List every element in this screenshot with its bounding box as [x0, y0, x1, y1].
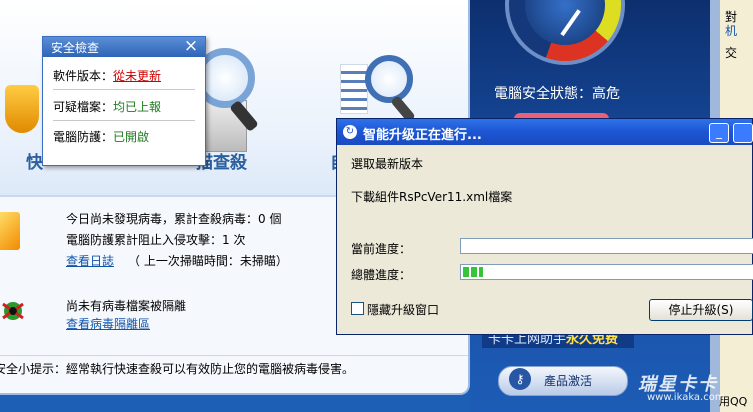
- step-select-version: 選取最新版本: [351, 157, 424, 171]
- popup-title: 安全檢查: [51, 41, 100, 55]
- step-download-file: 下載組件RsPcVer11.xml檔案: [351, 190, 513, 204]
- software-version-value-link[interactable]: 從未更新: [113, 69, 161, 83]
- quarantine-status-text: 尚未有病毒檔案被隔離: [66, 299, 187, 313]
- security-check-popup: 安全檢查 × 軟件版本：從未更新 可疑檔案：均已上報 電腦防護：已開啟: [42, 36, 206, 166]
- blocked-attacks-text: 電腦防護累計阻止入侵攻擊：1 次: [66, 233, 246, 247]
- watermark-url: www.ikaka.com: [647, 392, 725, 403]
- activate-product-label[interactable]: 產品激活: [544, 372, 592, 389]
- stop-upgrade-button[interactable]: 停止升級(S): [649, 299, 753, 321]
- dialog-title: 智能升级正在進行...: [363, 128, 482, 143]
- total-progress-fill: [463, 267, 483, 277]
- suspicious-files-row: 可疑檔案：均已上報: [53, 94, 195, 121]
- total-progress-bar: [460, 264, 753, 280]
- current-progress-bar: [460, 238, 753, 254]
- virus-status-icon: [0, 212, 20, 250]
- custom-scan-list-icon[interactable]: [340, 64, 368, 114]
- custom-scan-magnifier-icon[interactable]: [365, 55, 413, 103]
- upgrade-dialog: ↻ 智能升级正在進行... _ 選取最新版本 下載組件RsPcVer11.xml…: [336, 118, 753, 335]
- quarantine-icon: [2, 302, 24, 320]
- view-log-link[interactable]: 查看日誌: [66, 252, 114, 269]
- maximize-button[interactable]: [733, 123, 753, 143]
- quick-scan-icon[interactable]: [5, 85, 39, 133]
- hide-window-checkbox[interactable]: [351, 302, 364, 315]
- minimize-button[interactable]: _: [709, 123, 729, 143]
- background-link[interactable]: 机: [725, 22, 737, 39]
- suspicious-files-value: 均已上報: [113, 100, 162, 114]
- dialog-titlebar[interactable]: ↻ 智能升级正在進行... _: [337, 119, 753, 145]
- pc-protection-label: 電腦防護：: [53, 130, 114, 144]
- pc-protection-row: 電腦防護：已開啟: [53, 124, 195, 150]
- last-scan-text: （ 上一次掃瞄時間：未掃瞄）: [128, 254, 288, 268]
- suspicious-files-label: 可疑檔案：: [53, 100, 114, 114]
- pc-security-status: 電腦安全狀態：高危: [494, 86, 620, 102]
- pc-protection-value: 已開啟: [113, 130, 150, 144]
- background-text: 交: [725, 46, 738, 60]
- app-icon: ↻: [343, 125, 357, 139]
- security-tip: 安全小提示：經常執行快速查殺可以有效防止您的電腦被病毒侵害。: [0, 362, 355, 376]
- software-version-label: 軟件版本：: [53, 69, 114, 83]
- popup-titlebar: 安全檢查 ×: [43, 36, 205, 57]
- current-progress-label: 當前進度：: [351, 242, 412, 256]
- quick-scan-label[interactable]: 快: [26, 148, 43, 173]
- virus-count-text: 今日尚未發現病毒，累計查殺病毒：0 個: [66, 212, 282, 226]
- view-quarantine-link[interactable]: 查看病毒隔離區: [66, 315, 150, 332]
- hide-window-label[interactable]: 隱藏升級窗口: [367, 301, 439, 318]
- key-icon: ⚷: [509, 368, 531, 390]
- divider: [0, 355, 468, 356]
- close-icon[interactable]: ×: [181, 36, 201, 56]
- total-progress-label: 總體進度：: [351, 268, 412, 282]
- software-version-row: 軟件版本：從未更新: [53, 63, 195, 90]
